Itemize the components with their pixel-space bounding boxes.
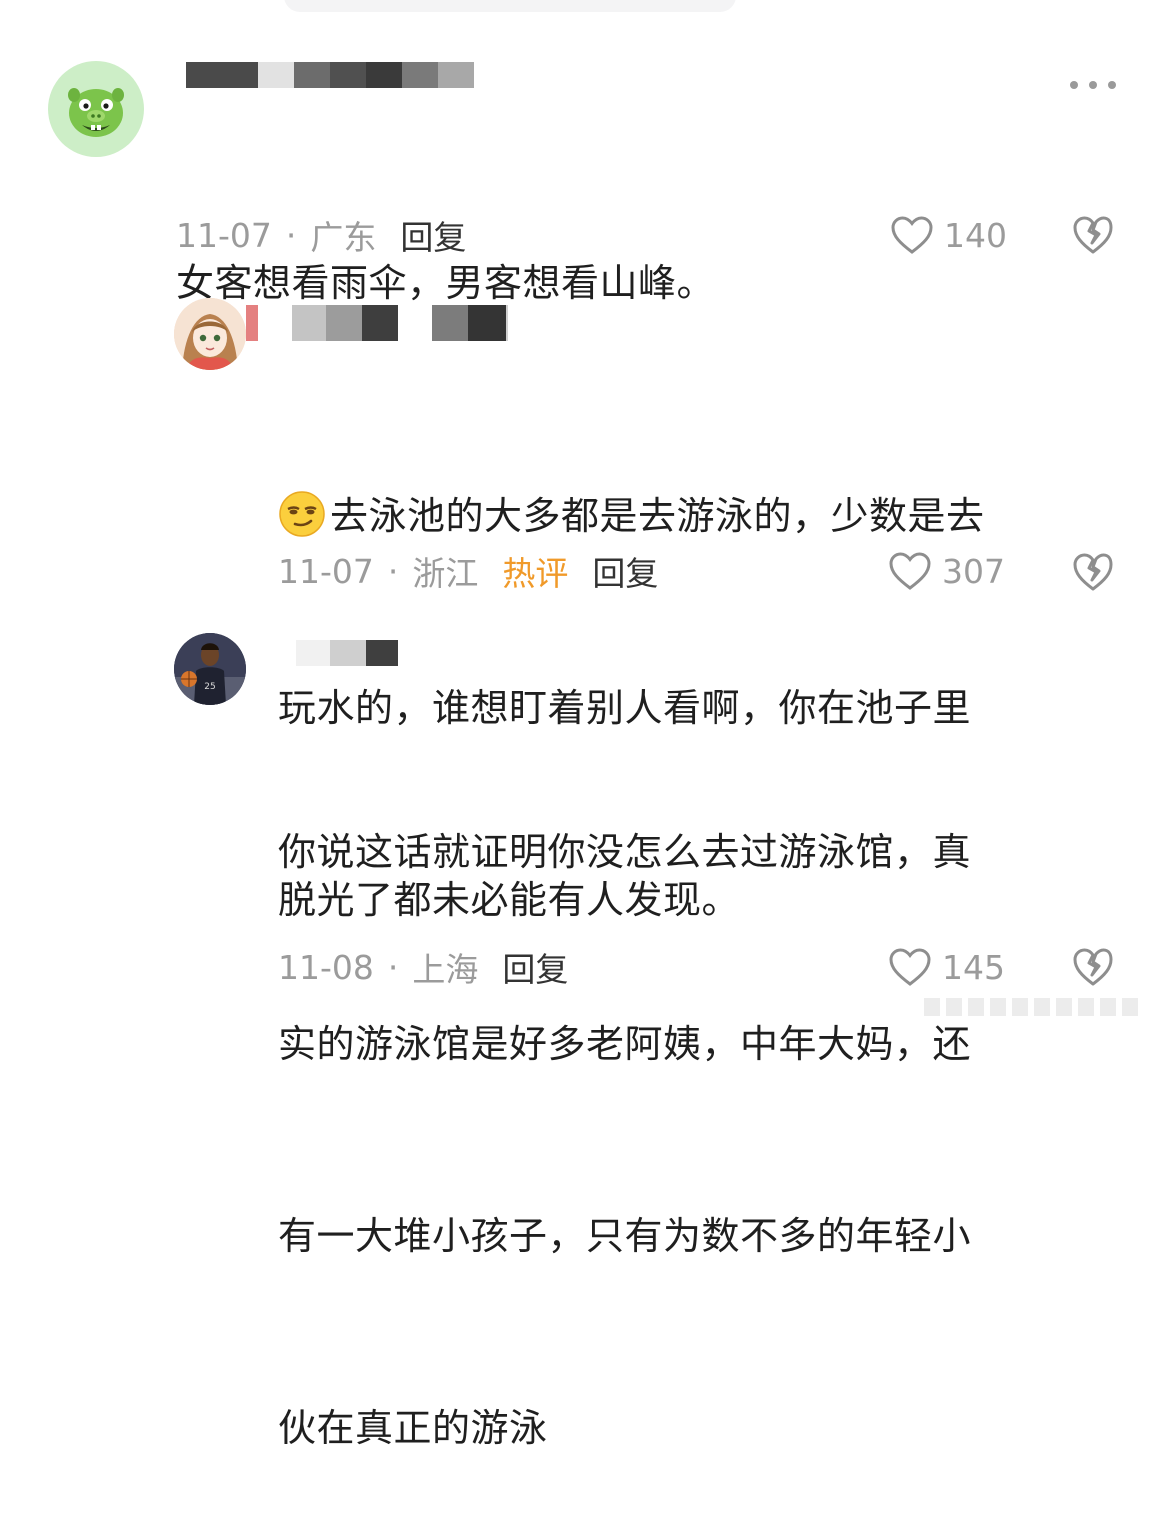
anime-girl-avatar-icon bbox=[174, 298, 246, 370]
comment-text: 你说这话就证明你没怎么去过游泳馆，真 实的游泳馆是好多老阿姨，中年大妈，还 有一… bbox=[278, 692, 971, 1524]
comment-line: 伙在真正的游泳 bbox=[278, 1406, 548, 1450]
comment-date: 11-08 bbox=[278, 947, 374, 987]
username-blurred[interactable] bbox=[296, 640, 398, 666]
avatar[interactable] bbox=[174, 298, 246, 370]
comment-date: 11-07 bbox=[176, 215, 272, 255]
like-count: 145 bbox=[942, 947, 1005, 987]
separator: · bbox=[387, 947, 399, 987]
reply-button[interactable]: 回复 bbox=[400, 211, 466, 259]
svg-text:25: 25 bbox=[204, 682, 215, 692]
comment-location: 浙江 bbox=[412, 554, 479, 593]
reply-button[interactable]: 回复 bbox=[502, 943, 568, 991]
username-blurred[interactable] bbox=[246, 305, 508, 341]
avatar[interactable]: 25 bbox=[174, 633, 246, 705]
dislike-heart-icon[interactable] bbox=[1072, 551, 1114, 593]
more-icon[interactable] bbox=[1070, 70, 1116, 100]
top-search-pill[interactable] bbox=[284, 0, 736, 12]
comment-meta: 11-07 · 广东 回复 bbox=[176, 212, 466, 258]
pig-avatar-icon bbox=[68, 88, 124, 137]
reply-button[interactable]: 回复 bbox=[592, 547, 658, 595]
like-button[interactable]: 140 bbox=[890, 212, 1007, 258]
comment-date: 11-07 bbox=[278, 551, 374, 591]
like-count: 307 bbox=[942, 551, 1005, 591]
comment-location: 上海 bbox=[412, 950, 479, 989]
comment-meta: 11-08 · 上海 回复 bbox=[278, 944, 568, 990]
hot-comment-badge: 热评 bbox=[502, 554, 569, 593]
smirk-face-icon bbox=[279, 491, 325, 537]
dislike-heart-icon[interactable] bbox=[1072, 214, 1114, 256]
like-button[interactable]: 307 bbox=[888, 548, 1005, 594]
separator: · bbox=[387, 551, 399, 591]
avatar[interactable] bbox=[48, 61, 144, 157]
basketball-player-avatar-icon: 25 bbox=[174, 633, 246, 705]
heart-icon bbox=[889, 948, 931, 986]
heart-icon bbox=[891, 216, 933, 254]
comment-line: 实的游泳馆是好多老阿姨，中年大妈，还 bbox=[278, 1022, 972, 1066]
comment-meta: 11-07 · 浙江 热评 回复 bbox=[278, 548, 658, 594]
comment-line: 你说这话就证明你没怎么去过游泳馆，真 bbox=[278, 830, 972, 874]
comment-line: 有一大堆小孩子，只有为数不多的年轻小 bbox=[278, 1214, 972, 1258]
comment-location: 广东 bbox=[310, 218, 377, 257]
username-blurred[interactable] bbox=[186, 62, 474, 88]
dislike-heart-icon[interactable] bbox=[1072, 946, 1114, 988]
faint-watermark bbox=[924, 995, 1164, 1019]
like-count: 140 bbox=[944, 215, 1007, 255]
comment-line: 去泳池的大多都是去游泳的，少数是去 bbox=[278, 484, 985, 548]
heart-icon bbox=[889, 552, 931, 590]
separator: · bbox=[285, 215, 297, 255]
comment-line-text: 去泳池的大多都是去游泳的，少数是去 bbox=[330, 494, 985, 538]
like-button[interactable]: 145 bbox=[888, 944, 1005, 990]
